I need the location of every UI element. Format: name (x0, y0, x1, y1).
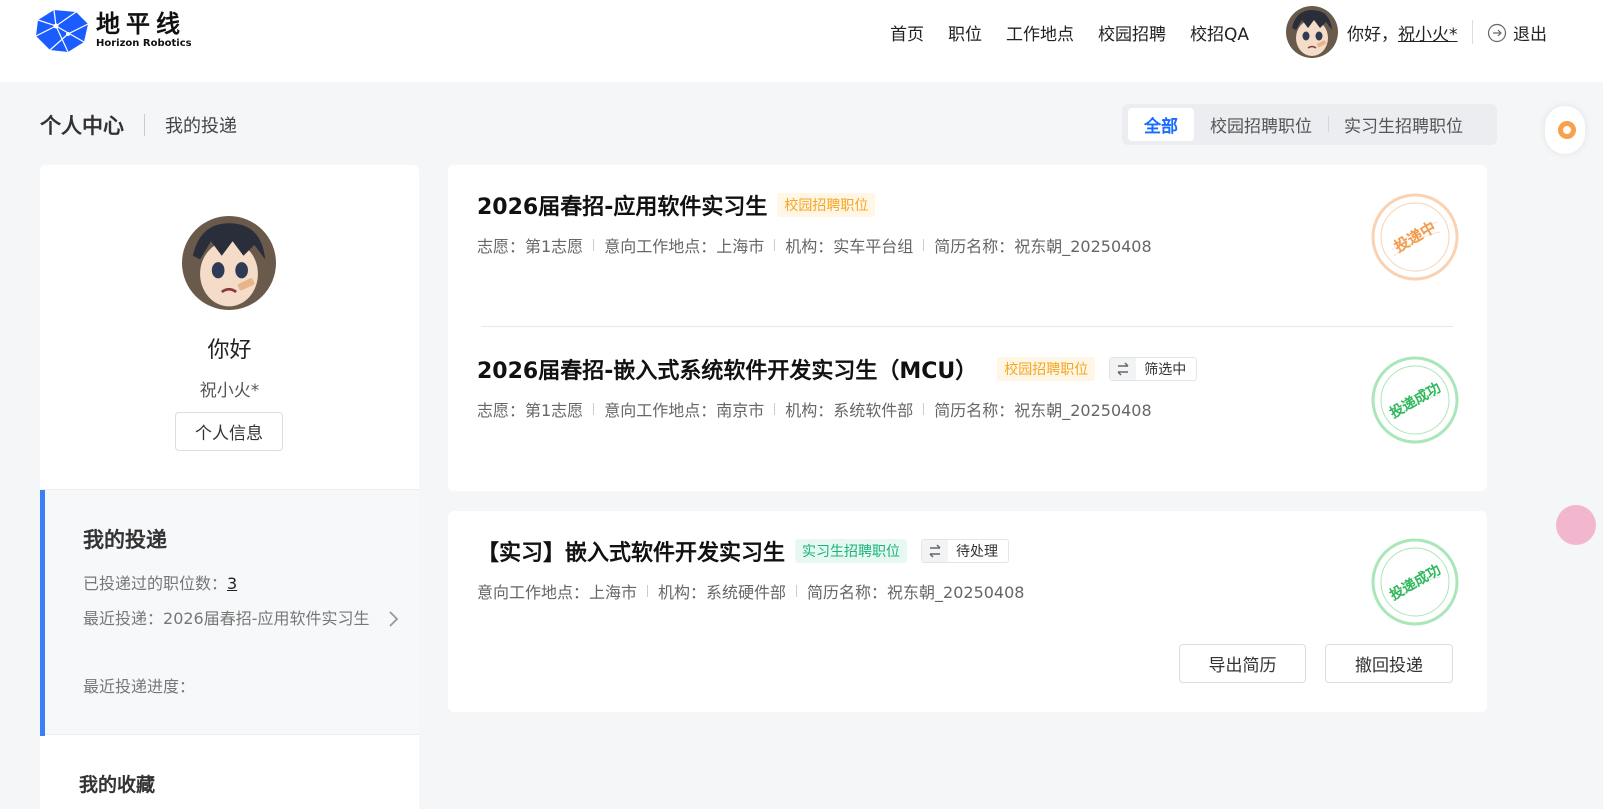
breadcrumb-my-applications: 我的投递 (165, 116, 237, 137)
status-stamp: 投递成功 (1370, 537, 1460, 627)
recent-progress-label: 最近投递进度： (83, 677, 196, 696)
meta-divider (593, 403, 595, 415)
status-switch-icon (922, 540, 949, 562)
meta-department: 机构：系统硬件部 (658, 583, 787, 602)
breadcrumb-personal-center[interactable]: 个人中心 (40, 110, 124, 140)
logout-icon (1487, 23, 1507, 42)
my-applications-panel[interactable]: 我的投递 已投递过的职位数：3 最近投递：2026届春招-应用软件实习生 最近投… (40, 489, 419, 736)
tab-all[interactable]: 全部 (1128, 108, 1194, 141)
floating-chat-widget[interactable] (1556, 505, 1596, 545)
tab-campus-jobs[interactable]: 校园招聘职位 (1194, 108, 1328, 141)
meta-location: 意向工作地点：上海市 (477, 583, 638, 602)
stamp-text: 投递成功 (1387, 379, 1444, 422)
application-filter-tabs: 全部 校园招聘职位 实习生招聘职位 (1122, 104, 1497, 145)
header-divider (1472, 20, 1473, 44)
job-type-tag: 实习生招聘职位 (795, 539, 908, 563)
meta-divider (774, 403, 776, 415)
status-switch-icon (1110, 358, 1137, 380)
nav-home[interactable]: 首页 (890, 20, 924, 45)
logout-label: 退出 (1513, 25, 1547, 45)
card-divider (481, 326, 1453, 327)
job-title[interactable]: 2026届春招-嵌入式系统软件开发实习生（MCU） (477, 353, 977, 385)
logo-text-en: Horizon Robotics (96, 38, 192, 49)
top-navbar: 地平线 Horizon Robotics 首页 职位 工作地点 校园招聘 校招Q… (0, 0, 1603, 82)
meta-divider (796, 585, 798, 597)
logout-button[interactable]: 退出 (1487, 20, 1547, 45)
nav-campus[interactable]: 校园招聘 (1098, 20, 1166, 45)
job-type-tag: 校园招聘职位 (997, 357, 1096, 381)
meta-location: 意向工作地点：上海市 (604, 237, 765, 256)
meta-divider (923, 403, 925, 415)
breadcrumb: 个人中心 我的投递 (40, 110, 237, 140)
user-avatar[interactable] (1286, 6, 1338, 58)
meta-location: 意向工作地点：南京市 (604, 401, 765, 420)
username-link[interactable]: 祝小火* (1398, 25, 1458, 45)
application-item[interactable]: 【实习】嵌入式软件开发实习生 实习生招聘职位 待处理 意向工作地点：上海市 机构… (477, 535, 1024, 603)
avatar-image (1286, 6, 1338, 58)
profile-avatar (182, 216, 276, 310)
meta-divider (647, 585, 649, 597)
applied-count-label: 已投递过的职位数： (83, 574, 228, 593)
withdraw-application-button[interactable]: 撤回投递 (1325, 644, 1453, 683)
job-type-tag: 校园招聘职位 (777, 193, 876, 217)
application-item[interactable]: 2026届春招-嵌入式系统软件开发实习生（MCU） 校园招聘职位 筛选中 志愿：… (477, 353, 1198, 421)
logo-icon (35, 9, 89, 53)
meta-resume: 简历名称：祝东朝_20250408 (934, 401, 1152, 420)
personal-info-button[interactable]: 个人信息 (175, 412, 283, 451)
status-tag: 筛选中 (1109, 357, 1198, 381)
profile-greeting: 你好 (207, 338, 252, 363)
nav-jobs[interactable]: 职位 (948, 20, 982, 45)
job-meta: 志愿：第1志愿 意向工作地点：上海市 机构：实车平台组 简历名称：祝东朝_202… (477, 233, 1152, 257)
floating-help-widget[interactable] (1545, 106, 1585, 154)
status-text: 筛选中 (1144, 362, 1187, 378)
recent-application-label: 最近投递： (83, 609, 164, 628)
meta-resume: 简历名称：祝东朝_20250408 (807, 583, 1025, 602)
meta-resume: 简历名称：祝东朝_20250408 (934, 237, 1152, 256)
meta-preference: 志愿：第1志愿 (477, 237, 584, 256)
breadcrumb-divider (144, 114, 145, 136)
logo-text-cn: 地平线 (96, 10, 186, 38)
job-title[interactable]: 2026届春招-应用软件实习生 (477, 189, 767, 221)
active-indicator (40, 490, 45, 736)
status-tag: 待处理 (921, 539, 1010, 563)
meta-department: 机构：系统软件部 (785, 401, 914, 420)
meta-divider (593, 239, 595, 251)
my-favorites-title[interactable]: 我的收藏 (79, 770, 155, 797)
meta-divider (774, 239, 776, 251)
applied-count-line: 已投递过的职位数：3 (83, 567, 383, 601)
export-resume-button[interactable]: 导出简历 (1179, 644, 1306, 683)
tab-intern-jobs[interactable]: 实习生招聘职位 (1328, 108, 1479, 141)
status-stamp: 投递中 (1370, 192, 1460, 282)
greeting-prefix: 你好， (1347, 25, 1398, 45)
profile-sidebar: 你好 祝小火* 个人信息 我的投递 已投递过的职位数：3 最近投递：2026届春… (40, 165, 419, 809)
user-greeting: 你好，祝小火* (1347, 20, 1458, 45)
job-meta: 志愿：第1志愿 意向工作地点：南京市 机构：系统软件部 简历名称：祝东朝_202… (477, 397, 1197, 421)
nav-locations[interactable]: 工作地点 (1006, 20, 1074, 45)
chevron-right-icon[interactable] (388, 610, 400, 628)
meta-divider (923, 239, 925, 251)
meta-department: 机构：实车平台组 (785, 237, 914, 256)
application-card: 【实习】嵌入式软件开发实习生 实习生招聘职位 待处理 意向工作地点：上海市 机构… (448, 511, 1487, 712)
profile-name: 祝小火* (199, 381, 260, 401)
meta-preference: 志愿：第1志愿 (477, 401, 584, 420)
status-text: 待处理 (956, 544, 999, 560)
main-nav: 首页 职位 工作地点 校园招聘 校招QA (890, 16, 1273, 48)
application-group-card: 2026届春招-应用软件实习生 校园招聘职位 志愿：第1志愿 意向工作地点：上海… (448, 165, 1487, 491)
applied-count-value[interactable]: 3 (227, 574, 237, 593)
recent-application-line: 最近投递：2026届春招-应用软件实习生 (83, 602, 373, 636)
status-stamp: 投递成功 (1370, 355, 1460, 445)
help-widget-icon (1558, 121, 1576, 139)
my-applications-title: 我的投递 (83, 528, 167, 552)
profile-avatar-image (182, 216, 276, 310)
application-item[interactable]: 2026届春招-应用软件实习生 校园招聘职位 志愿：第1志愿 意向工作地点：上海… (477, 189, 1152, 257)
nav-campus-qa[interactable]: 校招QA (1190, 20, 1249, 45)
stamp-text: 投递成功 (1387, 561, 1444, 604)
stamp-text: 投递中 (1391, 218, 1439, 256)
job-meta: 意向工作地点：上海市 机构：系统硬件部 简历名称：祝东朝_20250408 (477, 579, 1024, 603)
job-title[interactable]: 【实习】嵌入式软件开发实习生 (477, 535, 785, 567)
recent-application-value: 2026届春招-应用软件实习生 (163, 609, 370, 628)
horizon-logo[interactable]: 地平线 Horizon Robotics (32, 6, 192, 56)
